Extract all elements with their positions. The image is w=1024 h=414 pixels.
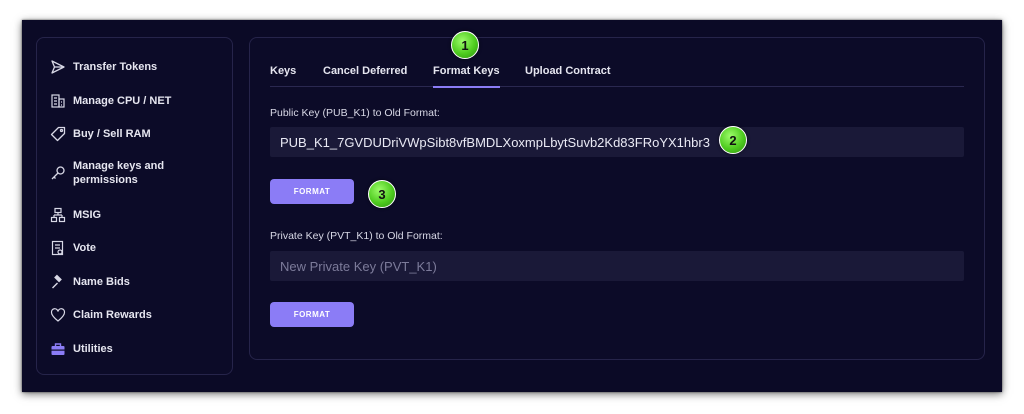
step-badge-1: 1 — [451, 31, 479, 59]
sidebar-item-label: MSIG — [73, 209, 102, 221]
send-icon — [49, 58, 67, 76]
sidebar-item-label: Manage CPU / NET — [73, 95, 172, 107]
building-icon — [49, 92, 67, 110]
sidebar-item-transfer-tokens[interactable]: Transfer Tokens — [49, 58, 157, 76]
public-key-label: Public Key (PUB_K1) to Old Format: — [270, 107, 440, 119]
public-key-input[interactable] — [270, 127, 964, 157]
gavel-icon — [49, 273, 67, 291]
sidebar-item-buy-sell-ram[interactable]: Buy / Sell RAM — [49, 125, 151, 143]
tab-bar: Keys Cancel Deferred Format Keys Upload … — [270, 65, 964, 88]
sidebar-item-label: Manage keys and permissions — [73, 160, 165, 186]
ballot-icon — [49, 239, 67, 257]
toolbox-icon — [49, 340, 67, 358]
private-key-input[interactable] — [270, 251, 964, 281]
step-badge-3: 3 — [368, 180, 396, 208]
tab-cancel-deferred[interactable]: Cancel Deferred — [323, 65, 407, 87]
heart-icon — [49, 306, 67, 324]
tab-label: Cancel Deferred — [323, 65, 408, 77]
sidebar-item-claim-rewards[interactable]: Claim Rewards — [49, 306, 152, 324]
sidebar-item-vote[interactable]: Vote — [49, 239, 96, 257]
sidebar-item-label: Vote — [73, 242, 97, 254]
sidebar-item-label: Buy / Sell RAM — [73, 128, 151, 140]
sidebar-item-msig[interactable]: MSIG — [49, 206, 101, 224]
tag-icon — [49, 125, 67, 143]
sidebar-item-label: Utilities — [73, 343, 113, 355]
hierarchy-icon — [49, 206, 67, 224]
sidebar-item-manage-keys[interactable]: Manage keys and permissions — [49, 159, 183, 187]
sidebar-item-manage-cpu-net[interactable]: Manage CPU / NET — [49, 92, 171, 110]
tab-label: Upload Contract — [525, 65, 611, 77]
main-panel: Keys Cancel Deferred Format Keys Upload … — [249, 31, 985, 360]
step-badge-2: 2 — [719, 126, 747, 154]
sidebar-item-label: Name Bids — [73, 276, 130, 288]
tab-label: Keys — [270, 65, 297, 77]
sidebar-item-label: Claim Rewards — [73, 309, 152, 321]
key-icon — [49, 164, 67, 182]
app-window: Transfer Tokens Manage CPU / NET Buy / S… — [22, 20, 1002, 392]
sidebar-item-name-bids[interactable]: Name Bids — [49, 273, 130, 291]
format-public-key-button[interactable]: FORMAT — [270, 179, 354, 204]
format-private-key-button[interactable]: FORMAT — [270, 302, 354, 327]
tab-label: Format Keys — [433, 65, 500, 77]
sidebar: Transfer Tokens Manage CPU / NET Buy / S… — [36, 37, 233, 375]
private-key-label: Private Key (PVT_K1) to Old Format: — [270, 230, 443, 242]
sidebar-item-label: Transfer Tokens — [73, 61, 158, 73]
tab-keys[interactable]: Keys — [270, 65, 296, 87]
tab-upload-contract[interactable]: Upload Contract — [525, 65, 611, 87]
sidebar-item-utilities[interactable]: Utilities — [49, 340, 113, 358]
tab-format-keys[interactable]: Format Keys — [433, 65, 500, 88]
